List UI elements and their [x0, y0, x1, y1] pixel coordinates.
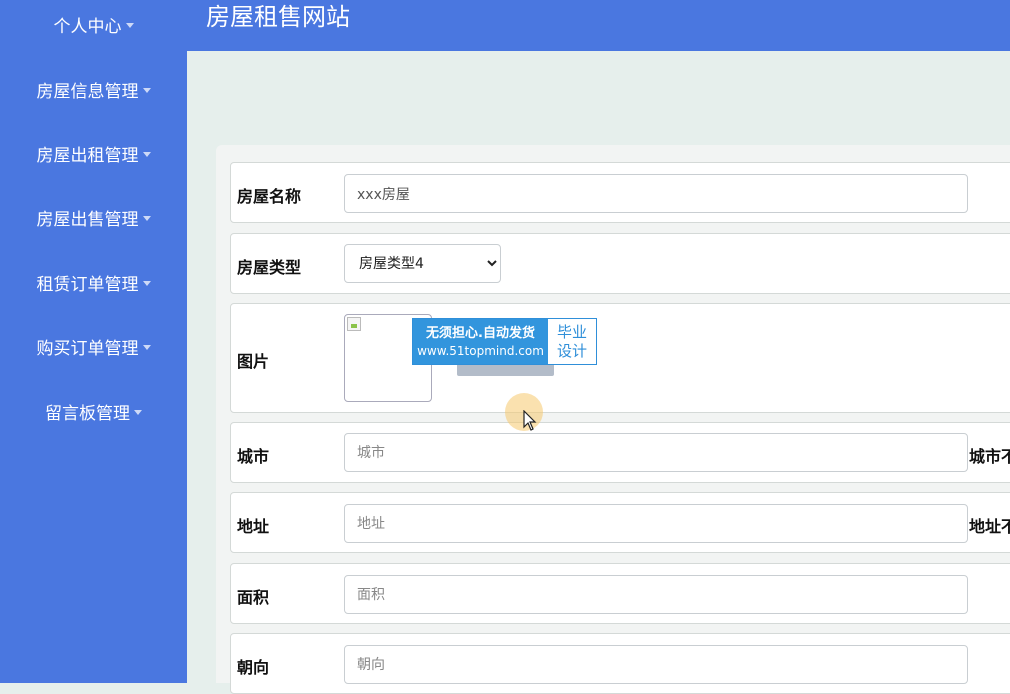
house-name-label: 房屋名称: [237, 187, 302, 206]
caret-down-icon: [142, 87, 151, 93]
sidebar-item-message-board[interactable]: 留言板管理: [0, 402, 187, 426]
sidebar-item-label: 个人中心: [53, 17, 122, 37]
sidebar-item-house-info[interactable]: 房屋信息管理: [0, 80, 187, 104]
caret-down-icon: [142, 151, 151, 157]
caret-down-icon: [125, 22, 134, 28]
sidebar-item-personal-center[interactable]: 个人中心: [0, 15, 187, 39]
house-name-input[interactable]: [344, 174, 968, 213]
address-hint: 地址不: [969, 517, 1010, 536]
form-row-area: 面积: [230, 563, 1010, 624]
watermark-right: 毕业 设计: [548, 319, 596, 364]
sidebar-item-label: 租赁订单管理: [36, 275, 139, 295]
sidebar-item-label: 房屋信息管理: [36, 82, 139, 102]
caret-down-icon: [142, 215, 151, 221]
form-row-image: 图片: [230, 303, 1010, 413]
sidebar-item-label: 留言板管理: [45, 404, 130, 424]
city-input[interactable]: [344, 433, 968, 472]
area-input[interactable]: [344, 575, 968, 614]
sidebar-item-label: 购买订单管理: [36, 339, 139, 359]
caret-down-icon: [142, 280, 151, 286]
form-row-house-type: 房屋类型 房屋类型4: [230, 233, 1010, 294]
form-row-address: 地址 地址不: [230, 492, 1010, 553]
watermark-left: 无须担心.自动发货 www.51topmind.com: [413, 319, 548, 364]
watermark-badge: 无须担心.自动发货 www.51topmind.com 毕业 设计: [412, 318, 597, 365]
image-label: 图片: [237, 352, 270, 371]
watermark-right1: 毕业: [556, 322, 587, 341]
form-row-orientation: 朝向: [230, 633, 1010, 694]
area-label: 面积: [237, 588, 270, 607]
city-label: 城市: [237, 447, 270, 466]
sidebar-item-label: 房屋出售管理: [36, 210, 139, 230]
address-input[interactable]: [344, 504, 968, 543]
site-title: 房屋租售网站: [206, 3, 350, 31]
form-row-house-name: 房屋名称: [230, 162, 1010, 223]
sidebar-item-house-sale[interactable]: 房屋出售管理: [0, 208, 187, 232]
house-type-label: 房屋类型: [237, 258, 302, 277]
sidebar: 个人中心 房屋信息管理 房屋出租管理 房屋出售管理 租赁订单管理 购买订单管理 …: [0, 0, 187, 683]
address-label: 地址: [237, 517, 270, 536]
watermark-right2: 设计: [556, 341, 587, 360]
orientation-label: 朝向: [237, 658, 270, 677]
watermark-line2: www.51topmind.com: [417, 343, 544, 358]
city-hint: 城市不: [969, 447, 1010, 466]
sidebar-item-rent-orders[interactable]: 租赁订单管理: [0, 273, 187, 297]
mouse-pointer-icon: [523, 410, 537, 431]
watermark-line1: 无须担心.自动发货: [426, 325, 535, 341]
caret-down-icon: [134, 409, 142, 415]
sidebar-item-purchase-orders[interactable]: 购买订单管理: [0, 337, 187, 361]
top-header: 房屋租售网站: [187, 0, 1010, 51]
sidebar-item-label: 房屋出租管理: [36, 146, 139, 166]
caret-down-icon: [142, 344, 151, 350]
form-row-city: 城市 城市不: [230, 422, 1010, 483]
house-type-select[interactable]: 房屋类型4: [344, 244, 501, 283]
broken-image-icon: [347, 317, 361, 331]
sidebar-item-house-rent[interactable]: 房屋出租管理: [0, 144, 187, 168]
orientation-input[interactable]: [344, 645, 968, 684]
